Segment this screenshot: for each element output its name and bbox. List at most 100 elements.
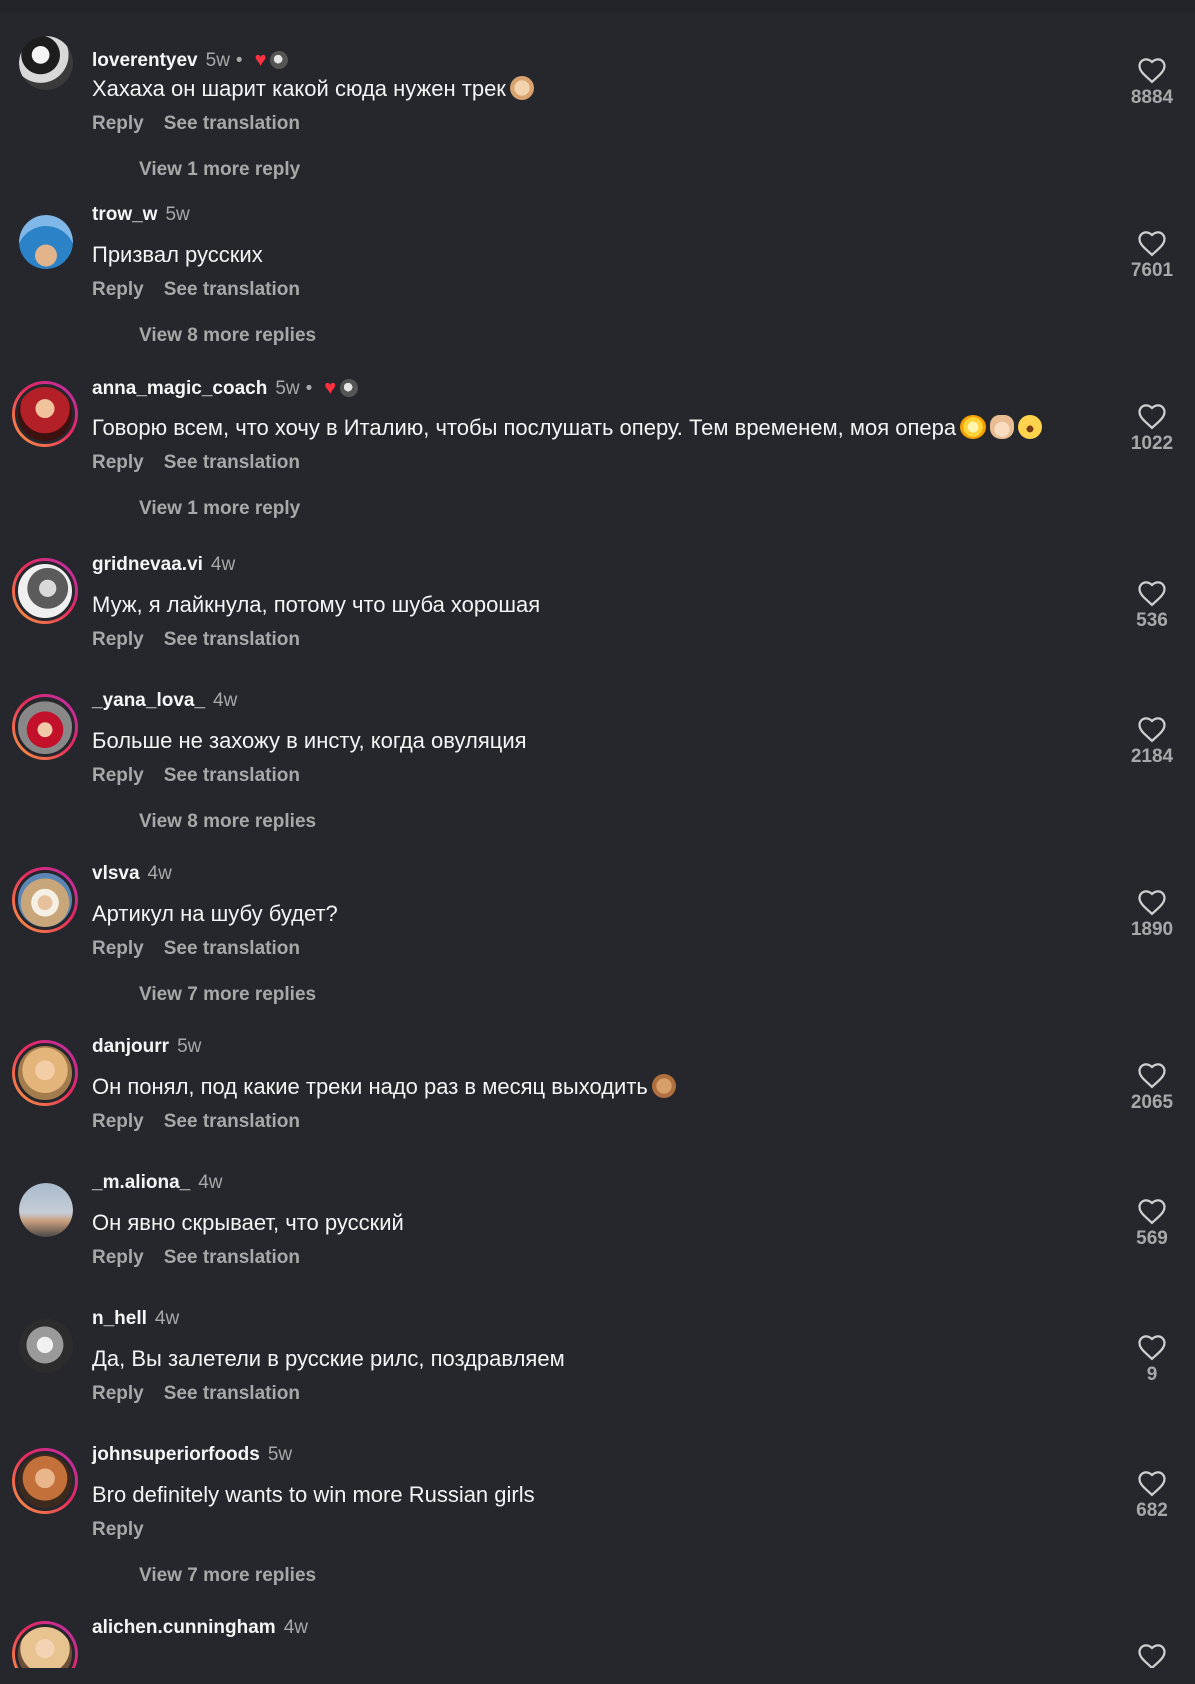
view-more-replies-button[interactable]: View 7 more replies <box>139 983 316 1007</box>
avatar[interactable] <box>12 558 78 624</box>
comment-text: Артикул на шубу будет? <box>92 901 338 926</box>
view-more-replies-button[interactable]: View 1 more reply <box>139 497 300 521</box>
heart-outline-icon[interactable] <box>1137 888 1167 916</box>
timestamp: 5w <box>177 1036 202 1057</box>
comment-text: Больше не захожу в инсту, когда овуляция <box>92 728 527 753</box>
comment-actions: Reply <box>92 1518 144 1542</box>
username[interactable]: loverentyev <box>92 50 198 71</box>
avatar[interactable] <box>12 1621 78 1668</box>
view-more-replies-button[interactable]: View 8 more replies <box>139 810 316 834</box>
comment-text: Bro definitely wants to win more Russian… <box>92 1482 535 1507</box>
see-translation-button[interactable]: See translation <box>164 629 300 650</box>
comment-text: Хахаха он шарит какой сюда нужен трек <box>92 74 534 104</box>
avatar[interactable] <box>12 694 78 760</box>
dizzy-icon <box>960 415 987 439</box>
username[interactable]: gridnevaa.vi <box>92 554 203 575</box>
comment-actions: Reply See translation <box>92 112 300 136</box>
ok-hand-icon <box>509 76 534 100</box>
comment-header: loverentyev 5w • ♥ <box>92 48 289 73</box>
avatar[interactable] <box>19 215 73 269</box>
view-more-replies-button[interactable]: View 1 more reply <box>139 158 300 182</box>
comment-header: _m.aliona_ 4w <box>92 1171 223 1195</box>
comment-actions: Reply See translation <box>92 451 300 475</box>
reply-button[interactable]: Reply <box>92 1247 144 1268</box>
reply-button[interactable]: Reply <box>92 113 144 134</box>
comment-header: johnsuperiorfoods 5w <box>92 1443 292 1467</box>
comment-header: trow_w 5w <box>92 203 190 227</box>
username[interactable]: johnsuperiorfoods <box>92 1444 260 1465</box>
reply-button[interactable]: Reply <box>92 765 144 786</box>
username[interactable]: trow_w <box>92 204 157 225</box>
username[interactable]: anna_magic_coach <box>92 378 267 399</box>
username[interactable]: alichen.cunningham <box>92 1617 276 1638</box>
like-count: 536 <box>1136 610 1168 631</box>
reply-button[interactable]: Reply <box>92 629 144 650</box>
heart-outline-icon[interactable] <box>1137 715 1167 743</box>
reply-button[interactable]: Reply <box>92 1519 144 1540</box>
see-translation-button[interactable]: See translation <box>164 1111 300 1132</box>
see-translation-button[interactable]: See translation <box>164 452 300 473</box>
comment-actions: Reply See translation <box>92 1110 300 1134</box>
comment-header: gridnevaa.vi 4w <box>92 553 235 577</box>
avatar[interactable] <box>12 1448 78 1514</box>
reply-button[interactable]: Reply <box>92 452 144 473</box>
username[interactable]: n_hell <box>92 1308 147 1329</box>
heart-outline-icon[interactable] <box>1137 229 1167 257</box>
heart-outline-icon[interactable] <box>1137 56 1167 84</box>
heart-outline-icon[interactable] <box>1137 1197 1167 1225</box>
reply-button[interactable]: Reply <box>92 1111 144 1132</box>
see-translation-button[interactable]: See translation <box>164 1247 300 1268</box>
view-more-replies-button[interactable]: View 8 more replies <box>139 324 316 348</box>
like-control: 536 <box>1122 579 1182 633</box>
like-count: 1890 <box>1130 919 1174 940</box>
like-count: 2184 <box>1130 746 1174 767</box>
comment-text: Муж, я лайкнула, потому что шуба хорошая <box>92 592 541 617</box>
reply-button[interactable]: Reply <box>92 1383 144 1404</box>
avatar[interactable] <box>19 1183 73 1237</box>
avatar[interactable] <box>12 1040 78 1106</box>
timestamp: 5w <box>165 204 190 225</box>
like-control: 569 <box>1122 1197 1182 1251</box>
comment-actions: Reply See translation <box>92 764 300 788</box>
comment-actions: Reply See translation <box>92 1382 300 1406</box>
grinning-squinting-face-icon <box>1018 415 1043 439</box>
see-translation-button[interactable]: See translation <box>164 938 300 959</box>
username[interactable]: vlsva <box>92 863 140 884</box>
separator-dot: • <box>235 50 243 71</box>
see-translation-button[interactable]: See translation <box>164 113 300 134</box>
comment-actions: Reply See translation <box>92 1246 300 1270</box>
comment-header: anna_magic_coach 5w • ♥ <box>92 376 359 401</box>
reply-button[interactable]: Reply <box>92 279 144 300</box>
timestamp: 4w <box>154 1308 180 1329</box>
index-pointing-up-icon <box>990 415 1015 439</box>
heart-outline-icon[interactable] <box>1137 579 1167 607</box>
timestamp: 4w <box>283 1617 308 1638</box>
timestamp: 4w <box>198 1172 223 1193</box>
see-translation-button[interactable]: See translation <box>164 279 300 300</box>
heart-outline-icon[interactable] <box>1137 1333 1167 1361</box>
avatar[interactable] <box>12 867 78 933</box>
comment-header: alichen.cunningham 4w <box>92 1616 308 1640</box>
heart-outline-icon[interactable] <box>1137 1642 1167 1668</box>
timestamp: 5w <box>275 378 300 399</box>
avatar[interactable] <box>12 381 78 447</box>
view-more-replies-button[interactable]: View 7 more replies <box>139 1564 316 1588</box>
username[interactable]: _yana_lova_ <box>92 690 205 711</box>
comment-actions: Reply See translation <box>92 628 300 652</box>
like-control: 9 <box>1122 1333 1182 1387</box>
comment-actions: Reply See translation <box>92 937 300 961</box>
heart-outline-icon[interactable] <box>1137 1061 1167 1089</box>
avatar[interactable] <box>19 36 73 90</box>
heart-outline-icon[interactable] <box>1137 402 1167 430</box>
username[interactable]: _m.aliona_ <box>92 1172 190 1193</box>
timestamp: 4w <box>210 554 236 575</box>
avatar[interactable] <box>19 1319 73 1373</box>
see-translation-button[interactable]: See translation <box>164 765 300 786</box>
reply-button[interactable]: Reply <box>92 938 144 959</box>
comment-text: Он понял, под какие треки надо раз в мес… <box>92 1072 676 1102</box>
author-avatar <box>340 379 359 397</box>
like-control: 2065 <box>1122 1061 1182 1115</box>
see-translation-button[interactable]: See translation <box>164 1383 300 1404</box>
heart-outline-icon[interactable] <box>1137 1469 1167 1497</box>
username[interactable]: danjourr <box>92 1036 169 1057</box>
